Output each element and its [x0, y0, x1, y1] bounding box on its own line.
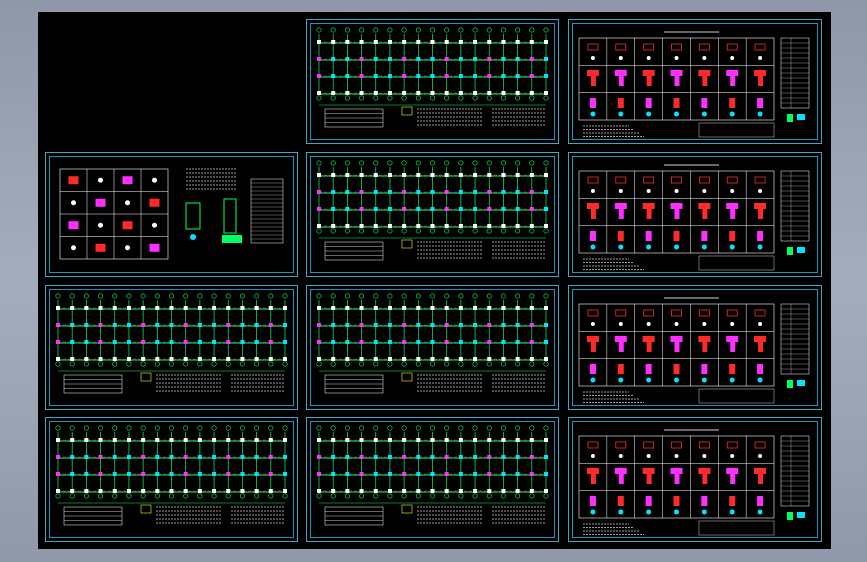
drawing-canvas[interactable]: [38, 12, 831, 549]
sheet-linework: [578, 297, 810, 404]
sheet-plan-3[interactable]: [45, 285, 298, 410]
sheet-linework: [316, 160, 549, 261]
sheet-linework: [578, 429, 810, 536]
sheet-plan-2[interactable]: [306, 152, 559, 277]
sheet-linework: [59, 168, 284, 260]
sheet-detail-2[interactable]: [568, 152, 822, 277]
sheet-detail-3[interactable]: [568, 285, 822, 410]
sheet-plan-5[interactable]: [45, 417, 298, 542]
sheet-linework: [316, 425, 549, 526]
sheet-plan-1[interactable]: [306, 19, 559, 144]
sheet-detail-4[interactable]: [568, 417, 822, 542]
sheet-linework: [578, 31, 810, 138]
sheet-linework: [55, 293, 288, 394]
sheet-linework: [578, 164, 810, 271]
sheet-linework: [55, 425, 288, 526]
sheet-plan-6[interactable]: [306, 417, 559, 542]
sheet-linework: [316, 27, 549, 128]
sheet-table-1[interactable]: [45, 152, 298, 277]
sheet-linework: [316, 293, 549, 394]
sheet-plan-4[interactable]: [306, 285, 559, 410]
sheet-detail-1[interactable]: [568, 19, 822, 144]
